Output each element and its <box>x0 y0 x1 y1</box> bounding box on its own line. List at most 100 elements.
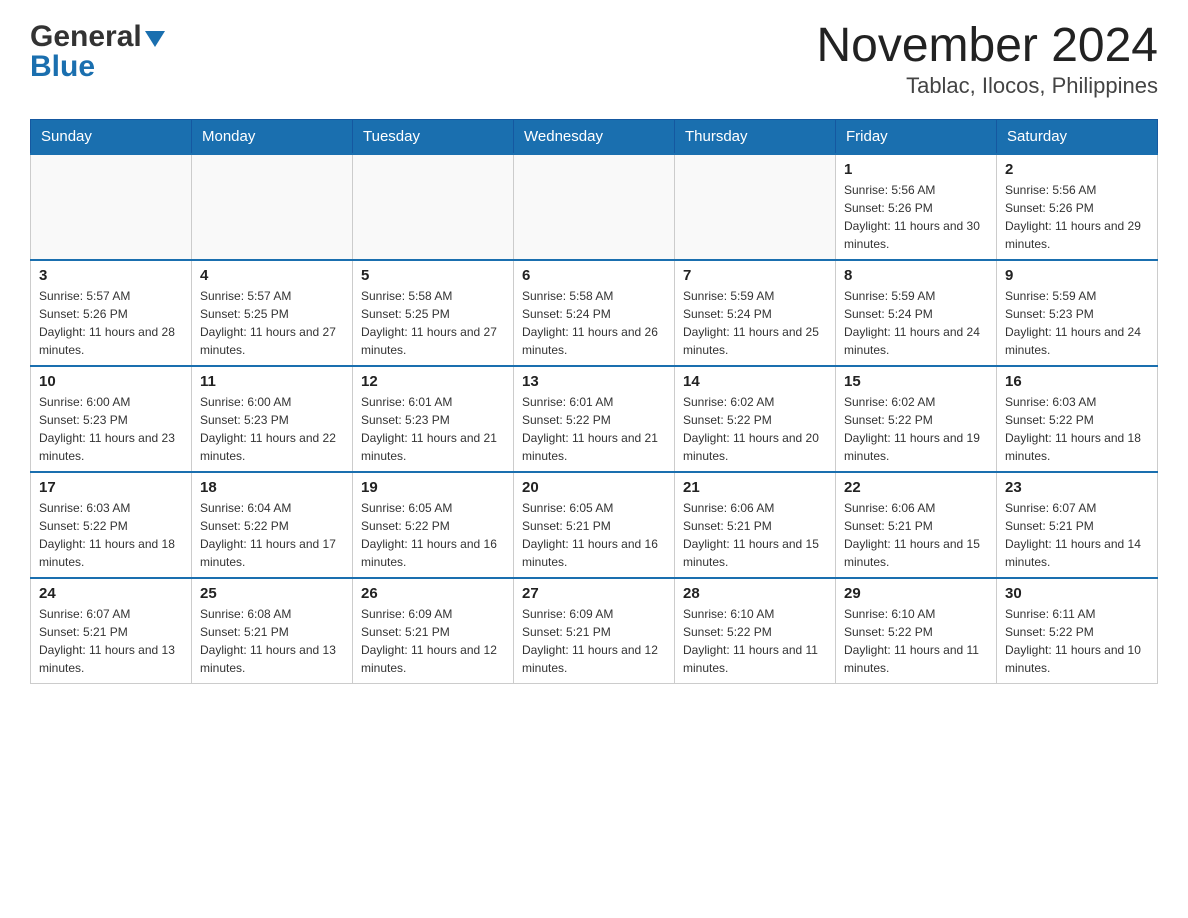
day-info: Sunrise: 5:56 AMSunset: 5:26 PMDaylight:… <box>844 181 988 253</box>
day-info: Sunrise: 6:03 AMSunset: 5:22 PMDaylight:… <box>39 499 183 571</box>
day-info: Sunrise: 6:08 AMSunset: 5:21 PMDaylight:… <box>200 605 344 677</box>
table-row: 14 Sunrise: 6:02 AMSunset: 5:22 PMDayligh… <box>675 366 836 472</box>
day-info: Sunrise: 5:59 AMSunset: 5:24 PMDaylight:… <box>844 287 988 359</box>
day-info: Sunrise: 6:02 AMSunset: 5:22 PMDaylight:… <box>683 393 827 465</box>
table-row: 23 Sunrise: 6:07 AMSunset: 5:21 PMDayligh… <box>997 472 1158 578</box>
calendar-subtitle: Tablac, Ilocos, Philippines <box>816 73 1158 99</box>
table-row: 6 Sunrise: 5:58 AMSunset: 5:24 PMDaylight… <box>514 260 675 366</box>
calendar-header-row: Sunday Monday Tuesday Wednesday Thursday… <box>31 119 1158 154</box>
day-number: 10 <box>39 373 183 390</box>
logo-general-text: General <box>30 20 142 54</box>
day-number: 8 <box>844 267 988 284</box>
day-info: Sunrise: 5:58 AMSunset: 5:24 PMDaylight:… <box>522 287 666 359</box>
header-thursday: Thursday <box>675 119 836 154</box>
table-row: 8 Sunrise: 5:59 AMSunset: 5:24 PMDaylight… <box>836 260 997 366</box>
day-number: 2 <box>1005 161 1149 178</box>
day-info: Sunrise: 6:01 AMSunset: 5:22 PMDaylight:… <box>522 393 666 465</box>
table-row: 12 Sunrise: 6:01 AMSunset: 5:23 PMDayligh… <box>353 366 514 472</box>
table-row: 7 Sunrise: 5:59 AMSunset: 5:24 PMDaylight… <box>675 260 836 366</box>
table-row: 22Sunrise: 6:06 AMSunset: 5:21 PMDayligh… <box>836 472 997 578</box>
table-row <box>353 154 514 260</box>
day-info: Sunrise: 6:01 AMSunset: 5:23 PMDaylight:… <box>361 393 505 465</box>
day-number: 7 <box>683 267 827 284</box>
day-number: 28 <box>683 585 827 602</box>
table-row: 19 Sunrise: 6:05 AMSunset: 5:22 PMDayligh… <box>353 472 514 578</box>
day-info: Sunrise: 6:06 AMSunset: 5:21 PMDaylight:… <box>683 499 827 571</box>
logo-blue-text: Blue <box>30 50 95 84</box>
table-row: 24Sunrise: 6:07 AMSunset: 5:21 PMDayligh… <box>31 578 192 684</box>
day-info: Sunrise: 6:07 AMSunset: 5:21 PMDaylight:… <box>39 605 183 677</box>
day-number: 26 <box>361 585 505 602</box>
header-tuesday: Tuesday <box>353 119 514 154</box>
table-row: 3 Sunrise: 5:57 AMSunset: 5:26 PMDaylight… <box>31 260 192 366</box>
calendar-title: November 2024 <box>816 20 1158 73</box>
day-info: Sunrise: 6:06 AMSunset: 5:21 PMDaylight:… <box>844 499 988 571</box>
table-row <box>675 154 836 260</box>
calendar-week-row: 10 Sunrise: 6:00 AMSunset: 5:23 PMDayligh… <box>31 366 1158 472</box>
day-number: 3 <box>39 267 183 284</box>
table-row: 27 Sunrise: 6:09 AMSunset: 5:21 PMDayligh… <box>514 578 675 684</box>
day-info: Sunrise: 6:05 AMSunset: 5:21 PMDaylight:… <box>522 499 666 571</box>
day-number: 20 <box>522 479 666 496</box>
table-row: 16Sunrise: 6:03 AMSunset: 5:22 PMDayligh… <box>997 366 1158 472</box>
day-info: Sunrise: 6:11 AMSunset: 5:22 PMDaylight:… <box>1005 605 1149 677</box>
day-number: 18 <box>200 479 344 496</box>
day-number: 25 <box>200 585 344 602</box>
day-info: Sunrise: 5:57 AMSunset: 5:26 PMDaylight:… <box>39 287 183 359</box>
day-number: 13 <box>522 373 666 390</box>
day-info: Sunrise: 6:00 AMSunset: 5:23 PMDaylight:… <box>200 393 344 465</box>
table-row: 28 Sunrise: 6:10 AMSunset: 5:22 PMDayligh… <box>675 578 836 684</box>
day-number: 30 <box>1005 585 1149 602</box>
header-wednesday: Wednesday <box>514 119 675 154</box>
table-row: 26 Sunrise: 6:09 AMSunset: 5:21 PMDayligh… <box>353 578 514 684</box>
day-number: 15 <box>844 373 988 390</box>
table-row: 29 Sunrise: 6:10 AMSunset: 5:22 PMDayligh… <box>836 578 997 684</box>
day-number: 4 <box>200 267 344 284</box>
day-number: 17 <box>39 479 183 496</box>
day-number: 14 <box>683 373 827 390</box>
header-monday: Monday <box>192 119 353 154</box>
day-info: Sunrise: 6:10 AMSunset: 5:22 PMDaylight:… <box>683 605 827 677</box>
table-row: 4Sunrise: 5:57 AMSunset: 5:25 PMDaylight… <box>192 260 353 366</box>
table-row: 18 Sunrise: 6:04 AMSunset: 5:22 PMDayligh… <box>192 472 353 578</box>
day-number: 1 <box>844 161 988 178</box>
day-number: 29 <box>844 585 988 602</box>
table-row: 2 Sunrise: 5:56 AMSunset: 5:26 PMDaylight… <box>997 154 1158 260</box>
title-block: November 2024 Tablac, Ilocos, Philippine… <box>816 20 1158 99</box>
table-row: 25 Sunrise: 6:08 AMSunset: 5:21 PMDayligh… <box>192 578 353 684</box>
calendar-table: Sunday Monday Tuesday Wednesday Thursday… <box>30 119 1158 684</box>
day-number: 11 <box>200 373 344 390</box>
table-row: 9Sunrise: 5:59 AMSunset: 5:23 PMDaylight… <box>997 260 1158 366</box>
day-number: 23 <box>1005 479 1149 496</box>
table-row: 30 Sunrise: 6:11 AMSunset: 5:22 PMDayligh… <box>997 578 1158 684</box>
table-row: 10Sunrise: 6:00 AMSunset: 5:23 PMDayligh… <box>31 366 192 472</box>
day-info: Sunrise: 6:07 AMSunset: 5:21 PMDaylight:… <box>1005 499 1149 571</box>
day-info: Sunrise: 5:56 AMSunset: 5:26 PMDaylight:… <box>1005 181 1149 253</box>
table-row: 15 Sunrise: 6:02 AMSunset: 5:22 PMDayligh… <box>836 366 997 472</box>
logo: General Blue <box>30 20 165 84</box>
table-row: 21Sunrise: 6:06 AMSunset: 5:21 PMDayligh… <box>675 472 836 578</box>
day-info: Sunrise: 6:09 AMSunset: 5:21 PMDaylight:… <box>361 605 505 677</box>
calendar-week-row: 3 Sunrise: 5:57 AMSunset: 5:26 PMDaylight… <box>31 260 1158 366</box>
day-info: Sunrise: 6:04 AMSunset: 5:22 PMDaylight:… <box>200 499 344 571</box>
day-info: Sunrise: 5:59 AMSunset: 5:24 PMDaylight:… <box>683 287 827 359</box>
table-row <box>192 154 353 260</box>
day-info: Sunrise: 6:05 AMSunset: 5:22 PMDaylight:… <box>361 499 505 571</box>
day-number: 19 <box>361 479 505 496</box>
table-row <box>31 154 192 260</box>
day-info: Sunrise: 6:10 AMSunset: 5:22 PMDaylight:… <box>844 605 988 677</box>
day-number: 12 <box>361 373 505 390</box>
day-number: 27 <box>522 585 666 602</box>
header-friday: Friday <box>836 119 997 154</box>
header-sunday: Sunday <box>31 119 192 154</box>
table-row: 11 Sunrise: 6:00 AMSunset: 5:23 PMDayligh… <box>192 366 353 472</box>
day-info: Sunrise: 6:02 AMSunset: 5:22 PMDaylight:… <box>844 393 988 465</box>
calendar-week-row: 24Sunrise: 6:07 AMSunset: 5:21 PMDayligh… <box>31 578 1158 684</box>
page-header: General Blue November 2024 Tablac, Iloco… <box>30 20 1158 99</box>
table-row: 5Sunrise: 5:58 AMSunset: 5:25 PMDaylight… <box>353 260 514 366</box>
logo-triangle-icon <box>145 31 165 47</box>
day-info: Sunrise: 6:09 AMSunset: 5:21 PMDaylight:… <box>522 605 666 677</box>
table-row: 1 Sunrise: 5:56 AMSunset: 5:26 PMDaylight… <box>836 154 997 260</box>
day-number: 6 <box>522 267 666 284</box>
day-info: Sunrise: 5:58 AMSunset: 5:25 PMDaylight:… <box>361 287 505 359</box>
